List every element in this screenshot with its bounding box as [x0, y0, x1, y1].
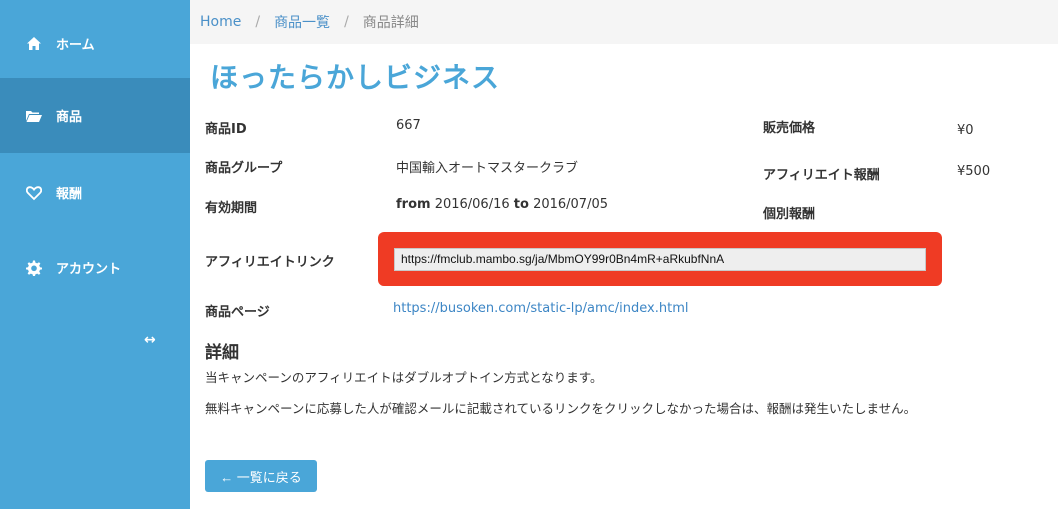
sidebar-item-label: アカウント [56, 262, 122, 277]
sidebar: ホーム 商品 報酬 アカウント ↔ [0, 0, 190, 509]
product-group-label: 商品グループ [205, 161, 283, 176]
sidebar-item-account[interactable]: アカウント [0, 230, 190, 305]
details-text-1: 当キャンペーンのアフィリエイトはダブルオプトイン方式となります。 [205, 370, 603, 385]
breadcrumb-current: 商品詳細 [362, 15, 419, 31]
period-label: 有効期間 [205, 201, 258, 216]
individual-reward-label: 個別報酬 [763, 207, 816, 222]
breadcrumb-separator: / [255, 14, 261, 30]
product-id-value: 667 [396, 118, 421, 133]
affiliate-reward-label: アフィリエイト報酬 [763, 168, 880, 183]
breadcrumb-separator: / [344, 14, 349, 30]
sidebar-item-label: 商品 [56, 110, 83, 125]
sidebar-item-home[interactable]: ホーム [0, 6, 190, 81]
breadcrumb-list-link[interactable]: 商品一覧 [274, 12, 330, 32]
period-to-date: 2016/07/05 [533, 197, 608, 212]
back-to-list-button[interactable]: ← 一覧に戻る [205, 460, 317, 492]
period-value: from 2016/06/16 to 2016/07/05 [396, 197, 608, 212]
period-from-date: 2016/06/16 [434, 197, 510, 212]
product-page-link[interactable]: https://busoken.com/static-lp/amc/index.… [393, 301, 689, 316]
affiliate-link-label: アフィリエイトリンク [205, 255, 335, 270]
sidebar-item-rewards[interactable]: 報酬 [0, 155, 190, 230]
affiliate-link-field[interactable]: https://fmclub.mambo.sg/ja/MbmOY99r0Bn4m… [394, 248, 926, 271]
period-to-word: to [513, 197, 529, 212]
product-group-value: 中国輸入オートマスタークラブ [396, 161, 579, 176]
folder-open-icon [24, 106, 44, 126]
breadcrumb-home-link[interactable]: Home [200, 14, 241, 30]
details-heading: 詳細 [205, 343, 239, 363]
price-label: 販売価格 [763, 121, 816, 136]
sidebar-item-label: 報酬 [56, 187, 83, 202]
sidebar-item-label: ホーム [56, 38, 95, 53]
expand-sidebar-icon[interactable]: ↔ [144, 332, 156, 348]
sidebar-item-products[interactable]: 商品 [0, 78, 190, 153]
home-icon [24, 34, 44, 54]
price-value: ¥0 [957, 123, 974, 138]
gear-icon [24, 258, 44, 278]
heart-icon [24, 183, 44, 203]
product-id-label: 商品ID [205, 122, 247, 137]
period-from-word: from [396, 197, 431, 212]
product-page-label: 商品ページ [205, 305, 270, 320]
affiliate-reward-value: ¥500 [957, 164, 991, 179]
page-title: ほったらかしビジネス [210, 61, 501, 94]
breadcrumb: Home / 商品一覧 / 商品詳細 [190, 0, 1058, 44]
details-text-2: 無料キャンペーンに応募した人が確認メールに記載されているリンクをクリックしなかっ… [205, 401, 917, 416]
main-content: Home / 商品一覧 / 商品詳細 ほったらかしビジネス 商品ID 667 商… [190, 0, 1058, 509]
